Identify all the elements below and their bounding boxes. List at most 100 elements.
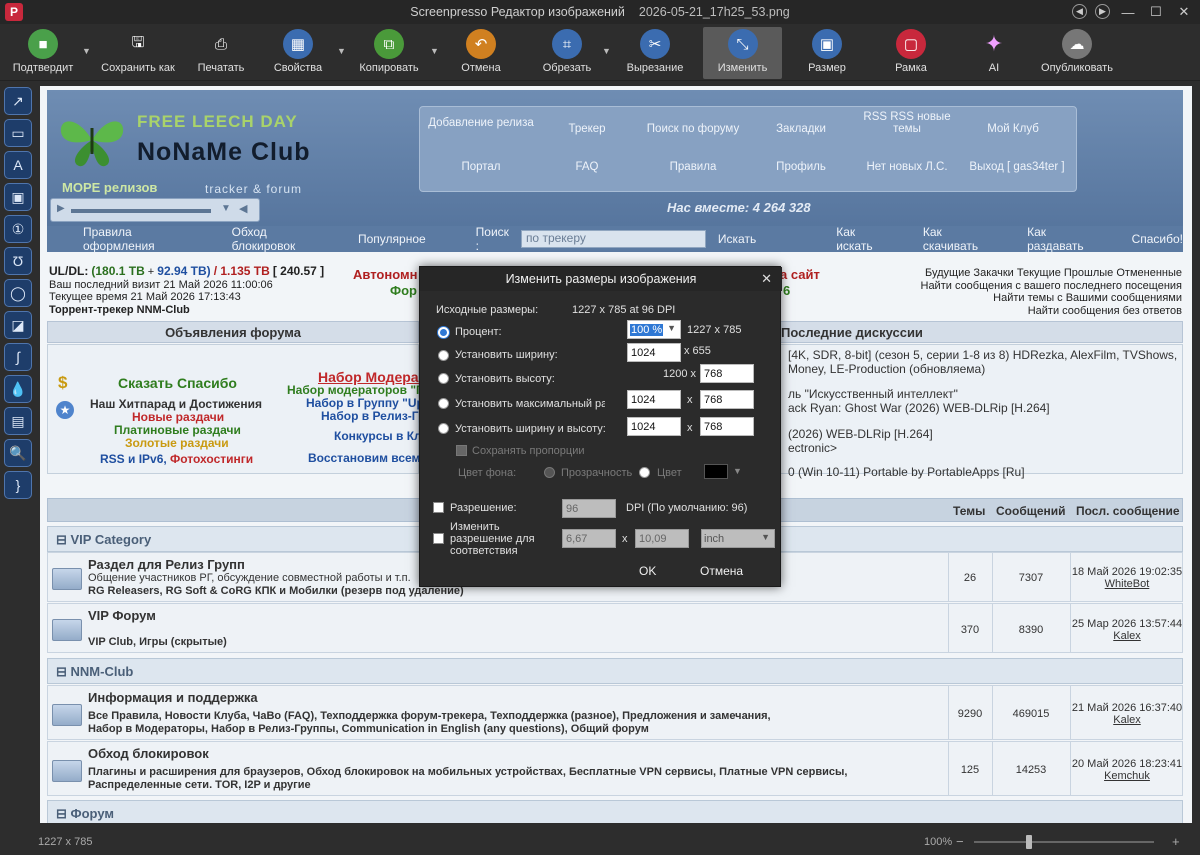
resize-button[interactable]: ⤡ Изменить — [703, 27, 782, 79]
file-name: 2026-05-21_17h25_53.png — [638, 5, 790, 19]
chevron-down-icon[interactable]: ▼ — [82, 46, 91, 56]
callout-tool-icon[interactable]: ▣ — [4, 183, 32, 211]
fit-resolution-checkbox[interactable] — [433, 533, 444, 544]
folder-icon — [52, 619, 82, 641]
max-height-input[interactable]: 768 — [700, 390, 754, 409]
ai-button[interactable]: ✦ AI — [974, 27, 1014, 79]
chevron-down-icon[interactable]: ▼ — [602, 46, 611, 56]
zoom-in-icon[interactable]: + — [1172, 834, 1180, 849]
app-logo-icon: P — [5, 3, 23, 21]
nav-add-release: Добавление релиза — [428, 117, 534, 129]
set-width-height-radio[interactable] — [438, 423, 449, 434]
undo-button[interactable]: ↶ Отмена — [452, 27, 510, 79]
exact-width-input[interactable]: 1024 — [627, 417, 681, 436]
drawing-tools-panel: ↗ ▭ A ▣ ① Ʊ ◯ ◪ ∫ 💧 ▤ 🔍 } — [0, 83, 36, 823]
width-input[interactable]: 1024 — [627, 343, 681, 362]
height-input[interactable]: 768 — [700, 364, 754, 383]
frame-button[interactable]: ▢ Рамка — [884, 27, 938, 79]
promo-left: Автономн — [353, 267, 418, 282]
save-as-button[interactable]: 🖫 Сохранить как — [100, 27, 176, 79]
brace-tool-icon[interactable]: } — [4, 471, 32, 499]
maximize-button[interactable]: ☐ — [1146, 2, 1166, 22]
set-width-radio[interactable] — [438, 350, 449, 361]
ai-sparkle-icon: ✦ — [984, 31, 1004, 56]
unit-select[interactable]: inch ▼ — [701, 529, 775, 548]
window-title: Screenpresso Редактор изображений — [410, 5, 625, 19]
set-max-size-radio[interactable] — [438, 398, 449, 409]
minimize-button[interactable]: — — [1118, 2, 1138, 22]
freehand-tool-icon[interactable]: ∫ — [4, 343, 32, 371]
max-width-input[interactable]: 1024 — [627, 390, 681, 409]
image-tool-icon[interactable]: ▤ — [4, 407, 32, 435]
nav-logout: Выход [ gas34ter ] — [969, 161, 1065, 173]
exact-height-input[interactable]: 768 — [700, 417, 754, 436]
publish-button[interactable]: ☁ Опубликовать — [1038, 27, 1116, 79]
dialog-title: Изменить размеры изображения — [420, 267, 782, 291]
size-button[interactable]: ▣ Размер — [800, 27, 854, 79]
resolution-checkbox[interactable] — [433, 502, 444, 513]
zoom-out-icon[interactable]: − — [956, 834, 964, 849]
members-count: Нас вместе: 4 264 328 — [667, 200, 811, 215]
confirm-button[interactable]: ■ Подтвердит — [8, 27, 78, 79]
play-icon: ▶ — [57, 203, 65, 214]
blur-tool-icon[interactable]: 💧 — [4, 375, 32, 403]
promo-right: а сайт — [780, 267, 820, 282]
butterfly-icon — [60, 121, 124, 167]
chevron-down-icon: ▼ — [667, 323, 676, 333]
back-icon[interactable]: ◀ — [1072, 4, 1087, 19]
zoom-slider-thumb[interactable] — [1026, 835, 1032, 849]
set-height-radio[interactable] — [438, 373, 449, 384]
size-icon: ▣ — [812, 29, 842, 59]
zoom-slider[interactable] — [974, 835, 1154, 849]
printer-icon: ⎙ — [214, 35, 227, 53]
keep-proportions-checkbox[interactable] — [456, 445, 467, 456]
chevron-down-icon[interactable]: ▼ — [430, 46, 439, 56]
nav-portal: Портал — [461, 161, 501, 173]
grid-icon: ▦ — [283, 29, 313, 59]
image-dimensions: 1227 x 785 — [38, 836, 93, 848]
folder-icon — [52, 760, 82, 782]
arrow-tool-icon[interactable]: ↗ — [4, 87, 32, 115]
star-icon: ★ — [56, 401, 74, 419]
color-swatch[interactable] — [704, 464, 728, 479]
site-nav: Добавление релиза Трекер Поиск по форуму… — [419, 106, 1077, 192]
main-toolbar: ■ Подтвердит ▼ 🖫 Сохранить как ⎙ Печатат… — [0, 24, 1200, 81]
cancel-button[interactable]: Отмена — [700, 564, 743, 578]
step-number-tool-icon[interactable]: ① — [4, 215, 32, 243]
properties-button[interactable]: ▦ Свойства — [270, 27, 326, 79]
resolution-input[interactable]: 96 — [562, 499, 616, 518]
fit-width-input[interactable]: 6,67 — [562, 529, 616, 548]
percent-radio[interactable] — [438, 327, 449, 338]
copy-button[interactable]: ⧉ Копировать — [356, 27, 422, 79]
chevron-down-icon[interactable]: ▼ — [337, 46, 346, 56]
category-row: ⊟ Форум — [47, 800, 1183, 823]
color-radio[interactable] — [639, 467, 650, 478]
audio-player: ▶ ▼ ◀ — [50, 198, 260, 222]
close-icon[interactable]: ✕ — [761, 271, 772, 287]
nav-my-club: Мой Клуб — [987, 123, 1039, 135]
transparency-radio[interactable] — [544, 467, 555, 478]
nav-profile: Профиль — [776, 161, 826, 173]
percent-select[interactable]: 100 % ▼ — [627, 320, 681, 339]
forum-ads-title: Объявления форума — [47, 321, 419, 343]
nav-messages: Нет новых Л.С. — [866, 161, 948, 173]
crop-icon: ⌗ — [552, 29, 582, 59]
search-links: Будущие Закачки Текущие Прошлые Отмененн… — [920, 267, 1183, 317]
resize-icon: ⤡ — [727, 29, 758, 59]
highlight-tool-icon[interactable]: ◪ — [4, 311, 32, 339]
category-row: ⊟ NNM-Club — [47, 658, 1183, 684]
magnet-tool-icon[interactable]: Ʊ — [4, 247, 32, 275]
crop-button[interactable]: ⌗ Обрезать — [538, 27, 596, 79]
chevron-down-icon[interactable]: ▼ — [733, 466, 742, 476]
ok-button[interactable]: OK — [639, 564, 656, 578]
ellipse-tool-icon[interactable]: ◯ — [4, 279, 32, 307]
rectangle-tool-icon[interactable]: ▭ — [4, 119, 32, 147]
title-bar: P Screenpresso Редактор изображений 2026… — [0, 0, 1200, 24]
magnifier-tool-icon[interactable]: 🔍 — [4, 439, 32, 467]
cut-out-button[interactable]: ✂ Вырезание — [622, 27, 688, 79]
text-tool-icon[interactable]: A — [4, 151, 32, 179]
print-button[interactable]: ⎙ Печатать — [190, 27, 252, 79]
forward-icon[interactable]: ▶ — [1095, 4, 1110, 19]
close-button[interactable]: ✕ — [1174, 2, 1194, 22]
fit-height-input[interactable]: 10,09 — [635, 529, 689, 548]
